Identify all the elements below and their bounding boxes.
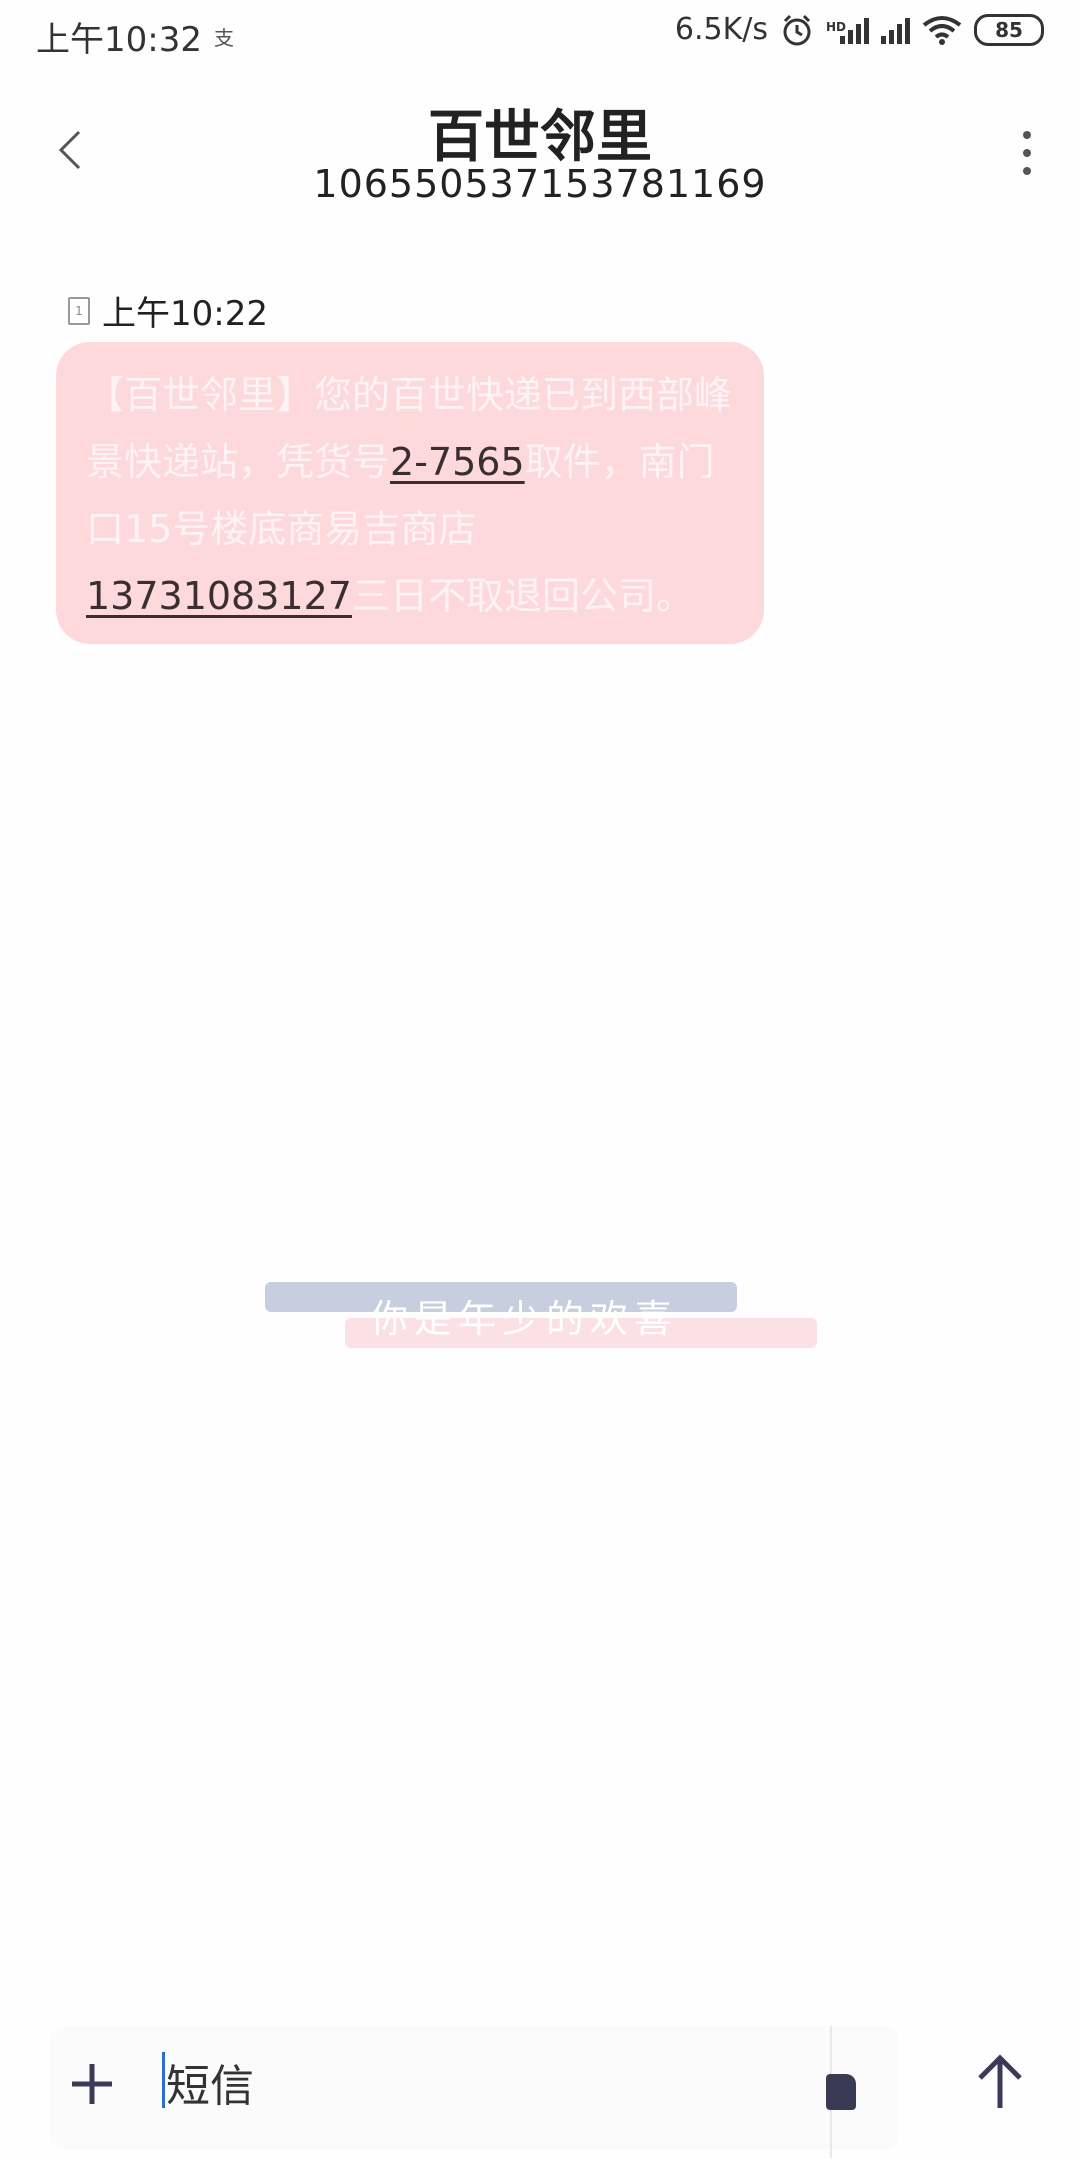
dot-icon	[1023, 131, 1031, 139]
send-arrow-icon[interactable]	[970, 2050, 1030, 2114]
message-composer: 短信	[0, 2020, 1080, 2160]
message-input[interactable]: 短信	[166, 2050, 254, 2114]
message-bubble[interactable]: 【百世邻里】您的百世快递已到西部峰景快递站，凭货号2-7565取件，南门口15号…	[56, 342, 764, 644]
sms-conversation-screen: 上午10:32 支 6.5K/s HD 85 百世邻里 106550537153…	[0, 0, 1080, 2160]
status-indicators: 6.5K/s HD 85	[675, 12, 1044, 47]
status-time: 上午10:32	[36, 20, 202, 60]
message-link[interactable]: 2-7565	[390, 440, 525, 484]
signal-2-icon	[881, 16, 910, 44]
contact-number: 10655053715378116​9	[313, 162, 767, 206]
text-cursor	[162, 2052, 165, 2108]
more-options-button[interactable]	[1002, 120, 1052, 186]
hd-signal: HD	[826, 16, 869, 44]
contact-name: 百世邻里	[428, 105, 652, 170]
sim-card-icon: 1	[68, 296, 90, 325]
wallpaper-caption: 你是年少的欢喜	[370, 1297, 679, 1341]
sticker-icon[interactable]	[826, 2074, 856, 2110]
battery-icon: 85	[974, 13, 1044, 46]
message-time: 上午10:22	[102, 294, 268, 334]
status-bar: 上午10:32 支 6.5K/s HD 85	[0, 0, 1080, 70]
network-speed: 6.5K/s	[674, 12, 768, 47]
message-meta: 1 上午10:22	[68, 286, 268, 335]
alipay-notification-icon: 支	[214, 26, 234, 50]
plus-icon[interactable]	[66, 2058, 118, 2110]
message-text: 三日不取退回公司。	[351, 574, 694, 618]
hd-label: HD	[825, 19, 846, 34]
conversation-header: 百世邻里 10655053715378116​9	[0, 80, 1080, 220]
wifi-icon	[922, 15, 962, 45]
dot-icon	[1023, 149, 1031, 157]
dot-icon	[1023, 167, 1031, 175]
message-link[interactable]: 13731083127	[86, 574, 352, 618]
alarm-icon	[783, 14, 811, 45]
